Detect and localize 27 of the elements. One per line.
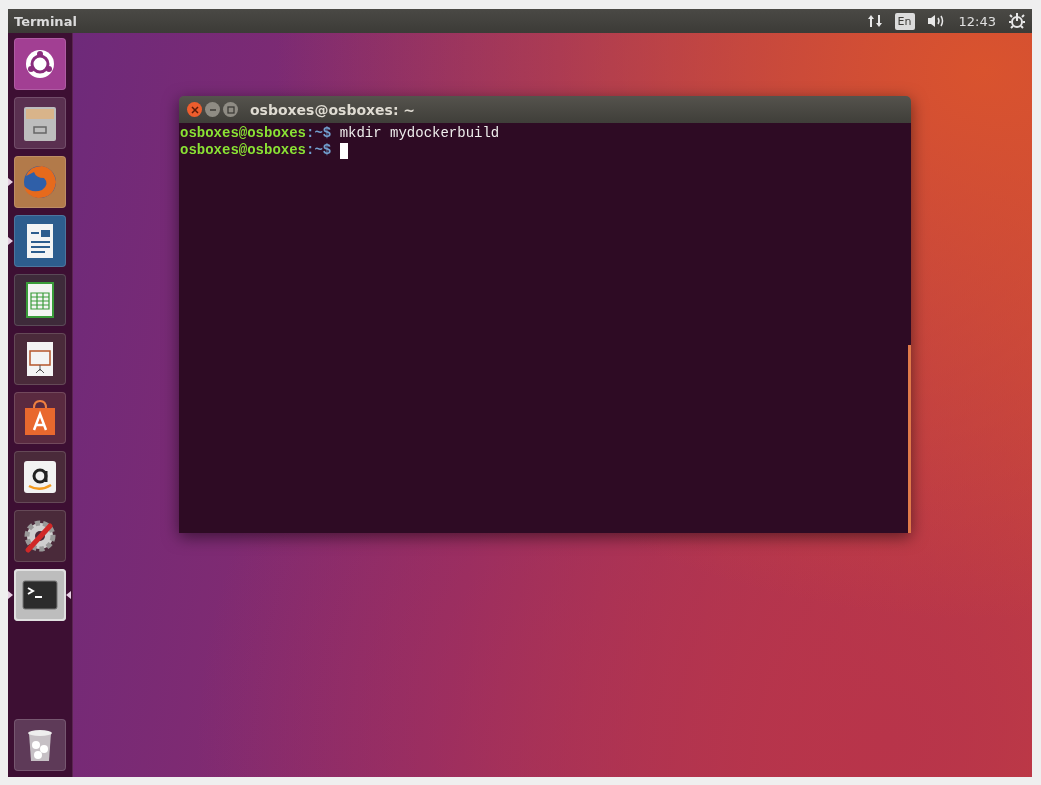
spreadsheet-icon[interactable] [14, 274, 66, 326]
command-text: mkdir mydockerbuild [339, 125, 500, 142]
presentation-icon[interactable] [14, 333, 66, 385]
minimize-button[interactable] [205, 102, 220, 117]
dash-icon[interactable] [14, 38, 66, 90]
prompt-path: :~$ [306, 125, 332, 142]
prompt-user-host: osboxes@osboxes [180, 125, 307, 142]
shopping-bag-icon[interactable] [14, 392, 66, 444]
window-title: Terminal [14, 13, 77, 29]
keyboard-layout-indicator[interactable]: En [894, 12, 915, 30]
window-title: osboxes@osboxes: ~ [250, 101, 416, 118]
letter-a-smile-icon[interactable] [14, 451, 66, 503]
trash-can-icon[interactable] [14, 719, 66, 771]
gear-wrench-icon[interactable] [14, 510, 66, 562]
file-cabinet-icon[interactable] [14, 97, 66, 149]
maximize-icon [226, 105, 235, 114]
prompt-path: :~$ [306, 142, 332, 159]
text-document-icon[interactable] [14, 215, 66, 267]
close-icon [190, 105, 199, 114]
maximize-button[interactable] [223, 102, 238, 117]
power-gear-icon[interactable] [1008, 12, 1026, 30]
network-icon[interactable] [866, 13, 883, 29]
terminal-output[interactable]: osboxes@osboxes:~$ mkdir mydockerbuild osboxes@osboxes:~$ [179, 123, 911, 533]
close-button[interactable] [187, 102, 202, 117]
prompt-user-host: osboxes@osboxes [180, 142, 307, 159]
clock[interactable]: 12:43 [958, 13, 996, 29]
terminal-icon[interactable] [14, 569, 66, 621]
